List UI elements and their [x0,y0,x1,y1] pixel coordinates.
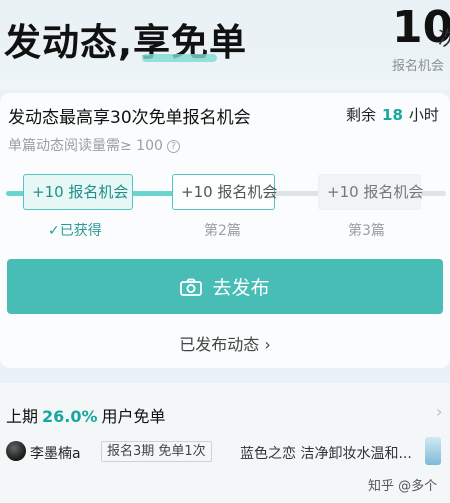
task-card: 发动态最高享30次免单报名机会 剩余 18 小时 单篇动态阅读量需≥ 100? +1… [0,93,450,368]
winner-badge: 报名3期 免单1次 [101,441,212,462]
winner-product: 蓝色之恋 洁净卸妆水温和... [240,446,412,462]
avatar [6,441,26,461]
hero-count-label: 报名机会 [392,59,445,74]
hero-count-unit: 次 [438,26,450,50]
help-icon[interactable]: ? [166,140,180,153]
card-title: 发动态最高享30次免单报名机会 [8,108,251,128]
remain-prefix: 剩余 [346,106,377,124]
read-threshold: 单篇动态阅读量需≥ 100? [8,135,180,155]
threshold-text: 单篇动态阅读量需≥ 100 [8,138,163,154]
publish-button-label: 去发布 [212,277,270,299]
remaining-time: 剩余 18 小时 [346,104,439,125]
last-period-prefix: 上期 [6,407,39,426]
remain-value: 18 [382,106,403,124]
publish-button[interactable]: 去发布 [7,259,443,314]
step-2-reward: +10 报名机会 [172,174,277,210]
step-3-label: 第3篇 [348,223,385,239]
camera-icon [180,278,203,296]
chevron-right-icon[interactable]: › [436,402,442,421]
step-1-reward: +10 报名机会 [23,174,133,210]
last-period-percent: 26.0% [42,407,98,426]
hero-underline-decoration [142,54,217,62]
last-period-title: 上期 26.0% 用户免单 [6,403,166,427]
watermark: 知乎 @多个 [368,479,438,494]
step-3-reward: +10 报名机会 [318,174,423,210]
step-2-label: 第2篇 [204,223,241,239]
remain-unit: 小时 [408,106,439,124]
winner-name: 李墨楠a [30,446,81,462]
last-period-section[interactable]: 上期 26.0% 用户免单 › 李墨楠a 报名3期 免单1次 蓝色之恋 洁净卸妆水温… [0,383,450,503]
last-period-suffix: 用户免单 [101,407,166,426]
product-thumbnail [425,437,441,465]
published-posts-link[interactable]: 已发布动态 › [0,331,450,355]
step-1-label: ✓已获得 [48,223,102,239]
hero-banner: 发动态,享免单 10 次 报名机会 [0,0,450,90]
